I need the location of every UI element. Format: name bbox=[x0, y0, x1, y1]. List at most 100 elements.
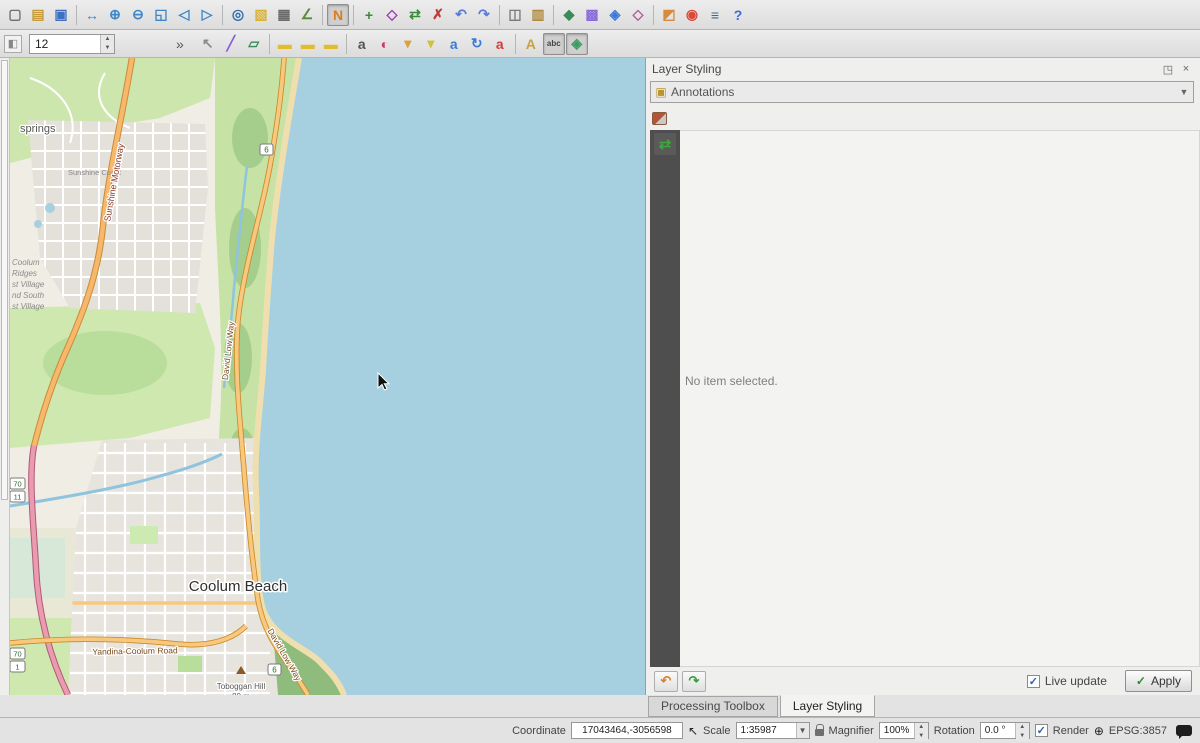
python-console-icon[interactable]: ≡ bbox=[704, 4, 726, 26]
status-bar: Coordinate ↖ Scale 1:35987 ▼ Magnifier 1… bbox=[0, 717, 1200, 743]
map-pan-icon[interactable]: ↔ bbox=[81, 4, 103, 26]
add-feature-icon[interactable]: + bbox=[358, 4, 380, 26]
move-label-icon[interactable]: a bbox=[443, 33, 465, 55]
value-combo[interactable]: 12 ▲▼ bbox=[29, 34, 115, 54]
toolbar-separator bbox=[353, 5, 354, 25]
toolbar-separator bbox=[269, 34, 270, 54]
zoom-out-icon[interactable]: ⊖ bbox=[127, 4, 149, 26]
scale-value: 1:35987 bbox=[737, 725, 796, 736]
labeling-options-icon[interactable]: abc bbox=[543, 33, 565, 55]
live-update-toggle[interactable]: ✓ Live update bbox=[1027, 674, 1107, 688]
annotation-polygon-icon[interactable]: ▱ bbox=[243, 33, 265, 55]
svg-text:11: 11 bbox=[14, 493, 22, 502]
identify-features-icon[interactable]: ◎ bbox=[227, 4, 249, 26]
move-feature-icon[interactable]: ⇄ bbox=[404, 4, 426, 26]
scale-combo[interactable]: 1:35987 ▼ bbox=[736, 722, 810, 739]
render-checkbox[interactable]: ✓ bbox=[1035, 724, 1048, 737]
toolbar-separator bbox=[222, 5, 223, 25]
annotation-select-icon[interactable]: ↖ bbox=[197, 33, 219, 55]
redo-icon[interactable]: ↷ bbox=[473, 4, 495, 26]
delete-selected-icon[interactable]: ✗ bbox=[427, 4, 449, 26]
map-canvas[interactable]: 6 6 70 11 70 1 springs Sunshine Coast Co bbox=[10, 58, 645, 695]
rotation-spinbox[interactable]: 0.0 ° ▲▼ bbox=[980, 722, 1030, 739]
bottom-dock-tabs: Processing Toolbox Layer Styling bbox=[0, 695, 1200, 717]
apply-check-icon: ✓ bbox=[1136, 674, 1146, 688]
layer-styling-toggle-icon[interactable]: ◈ bbox=[566, 33, 588, 55]
collapsed-panel-strip[interactable] bbox=[1, 60, 8, 500]
svg-annotation-icon[interactable]: ▬ bbox=[320, 33, 342, 55]
add-vector-layer-icon[interactable]: ◆ bbox=[558, 4, 580, 26]
spin-down-icon[interactable]: ▼ bbox=[915, 732, 928, 741]
change-label-icon[interactable]: a bbox=[489, 33, 511, 55]
magnifier-spinbox[interactable]: 100% ▲▼ bbox=[879, 722, 929, 739]
open-attribute-table-icon[interactable]: ▦ bbox=[273, 4, 295, 26]
add-wms-layer-icon[interactable]: ◈ bbox=[604, 4, 626, 26]
spin-up-icon[interactable]: ▲ bbox=[1016, 723, 1029, 732]
render-label: Render bbox=[1053, 725, 1089, 737]
undo-icon[interactable]: ↶ bbox=[450, 4, 472, 26]
dropdown-arrow-icon: ▼ bbox=[1175, 87, 1193, 97]
apply-button[interactable]: ✓ Apply bbox=[1125, 670, 1192, 692]
select-features-icon[interactable]: ▧ bbox=[250, 4, 272, 26]
toolbar-overflow-icon[interactable]: » bbox=[176, 36, 184, 52]
layer-styling-panel: Layer Styling ◳ × ▣ Annotations ▼ ⇄ No i… bbox=[645, 58, 1200, 695]
help-contents-icon[interactable]: ? bbox=[727, 4, 749, 26]
svg-text:6: 6 bbox=[272, 666, 277, 675]
crs-globe-icon[interactable]: ⊕ bbox=[1094, 724, 1104, 738]
suburb-label: Ridges bbox=[12, 269, 37, 278]
zoom-last-icon[interactable]: ◁ bbox=[173, 4, 195, 26]
text-style-icon[interactable]: A bbox=[520, 33, 542, 55]
zoom-in-icon[interactable]: ⊕ bbox=[104, 4, 126, 26]
zoom-full-icon[interactable]: ◱ bbox=[150, 4, 172, 26]
tab-layer-styling[interactable]: Layer Styling bbox=[780, 695, 875, 717]
rotation-spinner[interactable]: ▲▼ bbox=[1015, 723, 1029, 738]
new-shapefile-layer-icon[interactable]: ◇ bbox=[627, 4, 649, 26]
live-update-checkbox[interactable]: ✓ bbox=[1027, 675, 1040, 688]
highlight-labels-icon[interactable]: ▾ bbox=[420, 33, 442, 55]
spin-up-icon[interactable]: ▲ bbox=[915, 723, 928, 732]
project-new-icon[interactable]: ▢ bbox=[4, 4, 26, 26]
messages-icon[interactable] bbox=[1176, 725, 1192, 736]
add-raster-layer-icon[interactable]: ▩ bbox=[581, 4, 603, 26]
toolbar-separator bbox=[553, 5, 554, 25]
layer-labeling-icon[interactable]: a bbox=[351, 33, 373, 55]
crs-label[interactable]: EPSG:3857 bbox=[1109, 725, 1167, 737]
layer-diagram-icon[interactable]: ◐ bbox=[374, 33, 396, 55]
value-combo-spinner[interactable]: ▲▼ bbox=[100, 35, 114, 53]
annotation-tool-icon[interactable]: N bbox=[327, 4, 349, 26]
rotate-label-icon[interactable]: ↻ bbox=[466, 33, 488, 55]
close-panel-icon[interactable]: × bbox=[1178, 61, 1194, 77]
paste-features-icon[interactable]: ▥ bbox=[527, 4, 549, 26]
project-save-icon[interactable]: ▣ bbox=[50, 4, 72, 26]
undock-panel-icon[interactable]: ◳ bbox=[1160, 61, 1176, 77]
rotation-label: Rotation bbox=[934, 725, 975, 737]
zoom-next-icon[interactable]: ▷ bbox=[196, 4, 218, 26]
scale-lock-icon[interactable] bbox=[815, 729, 824, 736]
spin-down-icon[interactable]: ▼ bbox=[1016, 732, 1029, 741]
toolbar-dock-icon[interactable]: ◧ bbox=[4, 35, 22, 53]
pin-labels-icon[interactable]: ▾ bbox=[397, 33, 419, 55]
annotation-symbology-tab-icon[interactable]: ⇄ bbox=[654, 133, 676, 155]
text-annotation-icon[interactable]: ▬ bbox=[274, 33, 296, 55]
project-open-icon[interactable]: ▤ bbox=[27, 4, 49, 26]
copy-features-icon[interactable]: ◫ bbox=[504, 4, 526, 26]
annotation-line-icon[interactable]: ╱ bbox=[220, 33, 242, 55]
spin-down-icon[interactable]: ▼ bbox=[101, 44, 114, 53]
style-undo-button[interactable]: ↶ bbox=[654, 671, 678, 692]
html-annotation-icon[interactable]: ▬ bbox=[297, 33, 319, 55]
vertex-tool-icon[interactable]: ◇ bbox=[381, 4, 403, 26]
scale-dropdown-icon[interactable]: ▼ bbox=[796, 723, 809, 738]
magnifier-spinner[interactable]: ▲▼ bbox=[914, 723, 928, 738]
toolbar-separator bbox=[346, 34, 347, 54]
processing-toolbox-icon[interactable]: ◉ bbox=[681, 4, 703, 26]
suburb-label: st Village bbox=[12, 280, 45, 289]
coordinate-capture-icon[interactable]: ↖ bbox=[688, 724, 698, 738]
layer-selector-dropdown[interactable]: ▣ Annotations ▼ bbox=[650, 81, 1194, 103]
tab-processing-toolbox[interactable]: Processing Toolbox bbox=[648, 696, 778, 717]
style-manager-icon[interactable]: ◩ bbox=[658, 4, 680, 26]
spin-up-icon[interactable]: ▲ bbox=[101, 35, 114, 44]
coordinate-input[interactable] bbox=[571, 722, 683, 739]
measure-line-icon[interactable]: ∠ bbox=[296, 4, 318, 26]
style-redo-button[interactable]: ↷ bbox=[682, 671, 706, 692]
symbology-icon[interactable] bbox=[652, 112, 667, 125]
